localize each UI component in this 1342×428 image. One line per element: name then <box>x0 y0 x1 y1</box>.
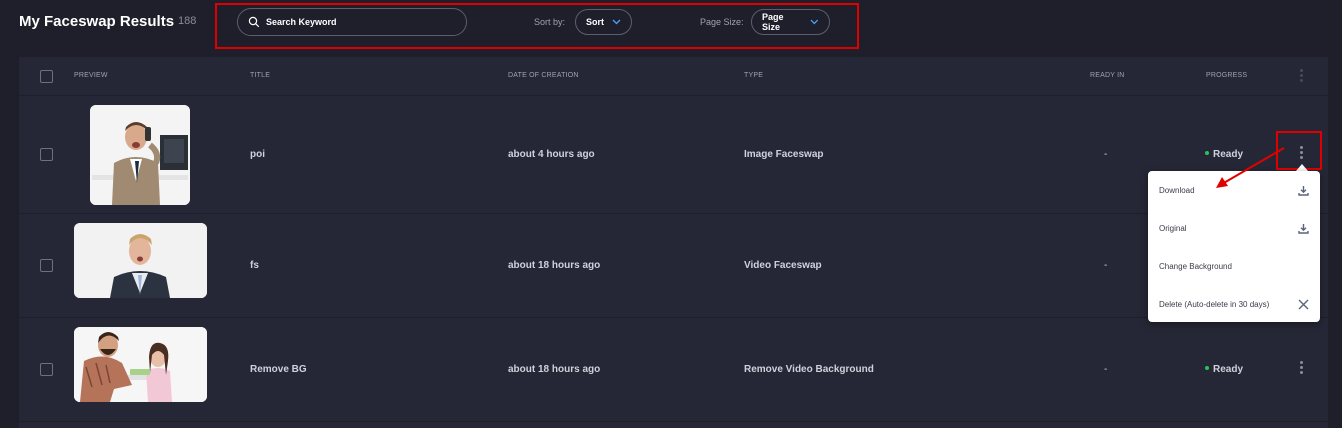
menu-pointer <box>1296 164 1308 171</box>
row-title[interactable]: Remove BG <box>250 364 307 375</box>
page-title: My Faceswap Results <box>19 13 175 30</box>
row-checkbox[interactable] <box>40 148 53 161</box>
menu-item-label: Delete (Auto-delete in 30 days) <box>1159 299 1270 309</box>
row-date: about 4 hours ago <box>508 149 595 160</box>
close-icon <box>1298 299 1309 309</box>
row-title[interactable]: fs <box>250 260 259 271</box>
annotation-highlight-toolbar <box>215 3 859 49</box>
menu-item-label: Change Background <box>1159 261 1232 271</box>
column-header-preview: PREVIEW <box>74 72 108 79</box>
row-type: Remove Video Background <box>744 364 874 375</box>
table-header: PREVIEW TITLE DATE OF CREATION TYPE READ… <box>19 57 1328 96</box>
results-count: 188 <box>178 15 197 27</box>
table-row: poi about 4 hours ago Image Faceswap - R… <box>19 97 1328 214</box>
select-all-checkbox[interactable] <box>40 70 53 83</box>
column-header-title: TITLE <box>250 72 271 79</box>
menu-item-delete[interactable]: Delete (Auto-delete in 30 days) <box>1148 285 1320 323</box>
row-checkbox[interactable] <box>40 259 53 272</box>
row-ready-in: - <box>1104 149 1108 160</box>
menu-item-label: Original <box>1159 223 1187 233</box>
man-in-suit-image <box>74 223 207 298</box>
row-checkbox[interactable] <box>40 363 53 376</box>
table-row: fs about 18 hours ago Video Faceswap - <box>19 214 1328 318</box>
row-date: about 18 hours ago <box>508 364 601 375</box>
preview-thumbnail[interactable] <box>74 327 207 402</box>
header-more-icon[interactable] <box>1298 69 1304 83</box>
results-table: PREVIEW TITLE DATE OF CREATION TYPE READ… <box>19 57 1328 428</box>
menu-item-original[interactable]: Original <box>1148 209 1320 247</box>
column-header-date: DATE OF CREATION <box>508 72 579 79</box>
annotation-arrow <box>1216 147 1285 188</box>
download-icon <box>1298 185 1309 196</box>
column-header-ready-in: READY IN <box>1090 72 1125 79</box>
row-title[interactable]: poi <box>250 149 265 160</box>
ready-dot-icon <box>1205 151 1209 155</box>
top-bar: My Faceswap Results 188 Sort by: Sort Pa… <box>0 0 1342 52</box>
column-header-progress: PROGRESS <box>1206 72 1248 79</box>
row-date: about 18 hours ago <box>508 260 601 271</box>
preview-thumbnail[interactable] <box>74 223 207 298</box>
man-and-girl-image <box>74 327 207 402</box>
row-type: Video Faceswap <box>744 260 822 271</box>
row-more-icon[interactable] <box>1298 361 1304 375</box>
status-badge: Ready <box>1205 364 1243 375</box>
menu-item-label: Download <box>1159 185 1195 195</box>
table-row: Remove BG about 18 hours ago Remove Vide… <box>19 318 1328 422</box>
row-ready-in: - <box>1104 260 1108 271</box>
download-icon <box>1298 223 1309 234</box>
ready-dot-icon <box>1205 366 1209 370</box>
preview-thumbnail[interactable] <box>90 105 190 205</box>
column-header-type: TYPE <box>744 72 764 79</box>
row-ready-in: - <box>1104 364 1108 375</box>
status-text: Ready <box>1213 364 1244 375</box>
man-on-phone-image <box>90 105 190 205</box>
menu-item-change-background[interactable]: Change Background <box>1148 247 1320 285</box>
row-type: Image Faceswap <box>744 149 824 160</box>
